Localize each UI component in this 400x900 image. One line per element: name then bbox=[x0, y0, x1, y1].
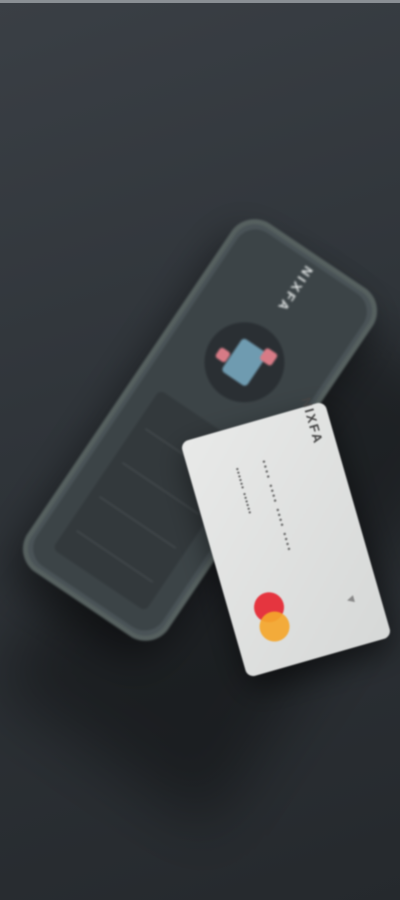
card-brand-logo: NIXFA bbox=[298, 395, 326, 447]
app-illustration bbox=[188, 306, 300, 418]
card-number: •••• •••• •••• •••• bbox=[258, 458, 295, 554]
top-border bbox=[0, 0, 400, 3]
card-holder-name: •••••• •••••• bbox=[232, 466, 255, 516]
mastercard-logo-icon bbox=[250, 588, 295, 647]
contactless-chevron-icon: ▲ bbox=[341, 592, 359, 608]
